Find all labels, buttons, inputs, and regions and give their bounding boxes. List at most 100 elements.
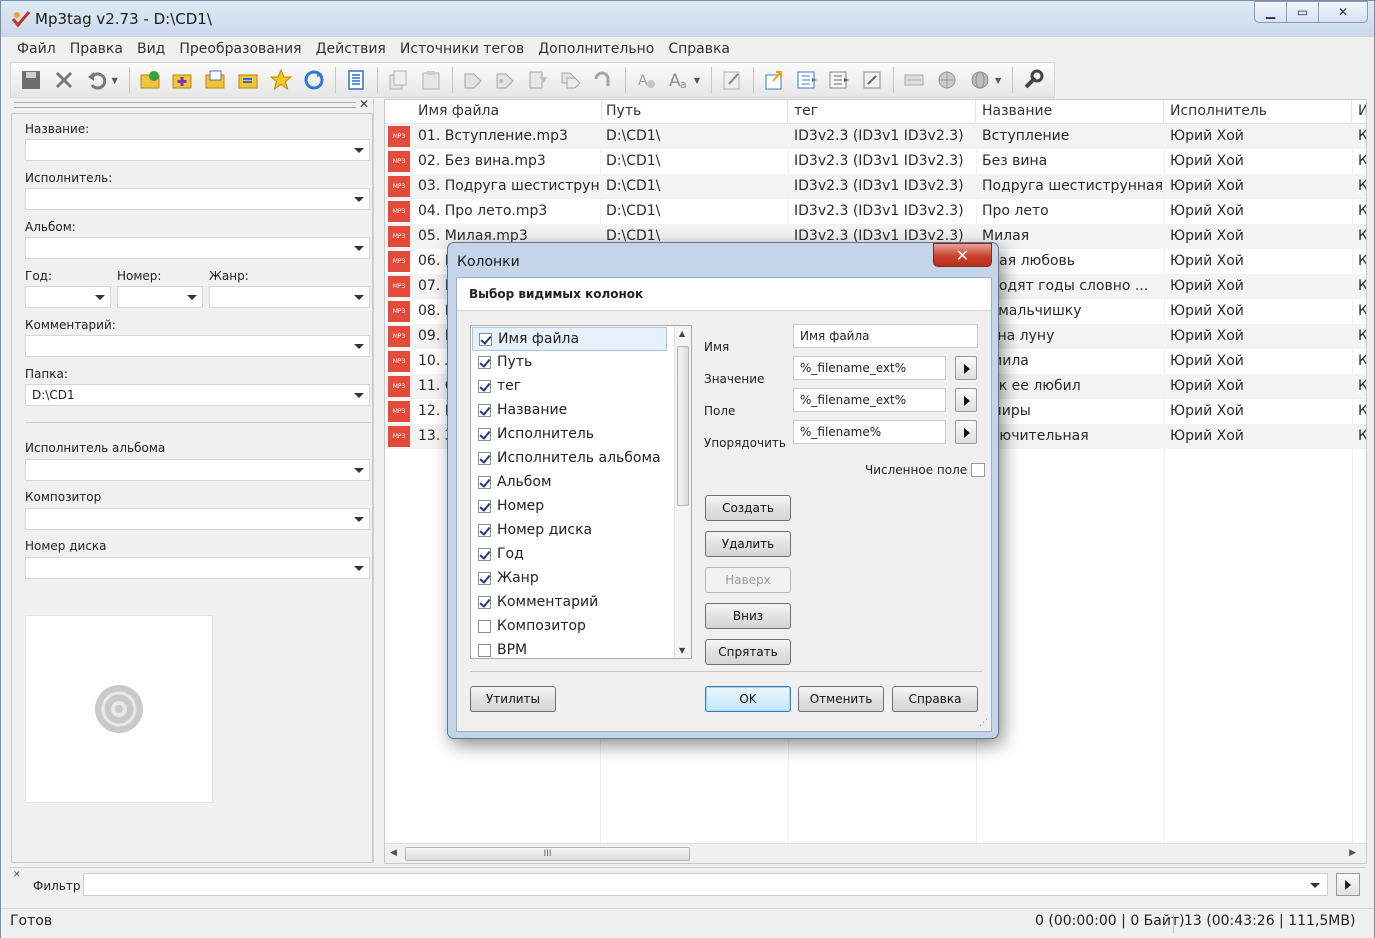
minimize-button[interactable]: ▁ — [1254, 1, 1287, 23]
numeric-field-checkbox[interactable] — [971, 463, 985, 477]
help-button[interactable]: Справка — [892, 686, 978, 712]
filter-apply-button[interactable] — [1336, 873, 1360, 896]
cover-art-box[interactable] — [25, 615, 213, 803]
checkbox-checked-icon[interactable] — [478, 548, 491, 561]
filter-input[interactable] — [83, 873, 1328, 896]
case-conversion-button[interactable]: Aa — [667, 68, 691, 92]
table-row[interactable]: MP3 02. Без вина.mp3 D:\CD1\ ID3v2.3 (ID3v1… — [385, 149, 1366, 174]
name-input[interactable]: Имя файла — [793, 324, 978, 348]
extended-tags-button[interactable] — [344, 68, 368, 92]
column-list-item[interactable]: Исполнитель — [472, 423, 667, 447]
playlist-button[interactable] — [236, 68, 260, 92]
scroll-up-icon[interactable]: ▲ — [679, 329, 685, 338]
maximize-button[interactable]: ▭ — [1286, 1, 1319, 23]
checkbox-unchecked-icon[interactable] — [478, 644, 491, 657]
tag-tag-button[interactable] — [559, 68, 583, 92]
column-list-item[interactable]: тег — [472, 375, 667, 399]
disc-number-field[interactable] — [25, 557, 370, 579]
title-field[interactable] — [25, 139, 370, 161]
paste-tag-button[interactable] — [419, 68, 443, 92]
delete-button[interactable]: Удалить — [705, 531, 791, 557]
menu-tag-sources[interactable]: Источники тегов — [393, 41, 531, 57]
artist-field[interactable] — [25, 188, 370, 210]
table-row[interactable]: MP3 01. Вступление.mp3 D:\CD1\ ID3v2.3 (ID3… — [385, 124, 1366, 149]
column-list-item[interactable]: Путь — [472, 351, 667, 375]
filename-filename-button[interactable] — [592, 68, 616, 92]
menu-view[interactable]: Вид — [130, 41, 172, 57]
move-up-button[interactable]: Наверх — [705, 567, 791, 593]
column-list-item[interactable]: Название — [472, 399, 667, 423]
edit-button[interactable] — [720, 68, 744, 92]
close-button[interactable]: ✕ — [1318, 1, 1368, 23]
year-field[interactable] — [25, 286, 111, 308]
undo-dropdown-icon[interactable]: ▼ — [112, 76, 121, 85]
filename-tag-button[interactable] — [494, 68, 518, 92]
column-list-item[interactable]: Альбом — [472, 471, 667, 495]
filter-close-icon[interactable]: ✕ — [13, 870, 21, 880]
web-source-button[interactable] — [935, 68, 959, 92]
checkbox-checked-icon[interactable] — [478, 380, 491, 393]
field-insert-button[interactable] — [955, 388, 977, 412]
column-header-filename[interactable]: Имя файла — [412, 100, 602, 124]
checkbox-checked-icon[interactable] — [479, 333, 492, 346]
export-button[interactable] — [762, 68, 786, 92]
checkbox-checked-icon[interactable] — [478, 428, 491, 441]
column-header-title[interactable]: Название — [976, 100, 1164, 124]
column-list-item[interactable]: Имя файла — [472, 327, 667, 351]
column-header-more[interactable]: И — [1352, 100, 1366, 124]
column-list-item[interactable]: Исполнитель альбома — [472, 447, 667, 471]
remove-tag-button[interactable] — [52, 68, 76, 92]
copy-tag-button[interactable] — [386, 68, 410, 92]
folder-field[interactable]: D:\CD1 — [25, 384, 370, 406]
scroll-left-icon[interactable]: ◀ — [390, 848, 397, 858]
vertical-scrollbar[interactable]: ▲ ▼ — [674, 326, 691, 658]
column-list-item[interactable]: Композитор — [472, 615, 667, 639]
hide-button[interactable]: Спрятать — [705, 639, 791, 665]
web-source-2-button[interactable] — [968, 68, 992, 92]
change-dir-button[interactable] — [138, 68, 162, 92]
scroll-down-icon[interactable]: ▼ — [679, 646, 685, 655]
menu-file[interactable]: Файл — [10, 41, 63, 57]
open-file-button[interactable] — [203, 68, 227, 92]
autonumber-button[interactable]: A — [634, 68, 658, 92]
column-list-item[interactable]: Номер — [472, 495, 667, 519]
move-down-button[interactable]: Вниз — [705, 603, 791, 629]
column-list-item[interactable]: Год — [472, 543, 667, 567]
checkbox-checked-icon[interactable] — [478, 452, 491, 465]
options-button[interactable] — [1021, 68, 1045, 92]
text-file-tag-button[interactable] — [526, 68, 550, 92]
menu-extra[interactable]: Дополнительно — [531, 41, 661, 57]
checkbox-checked-icon[interactable] — [478, 404, 491, 417]
album-artist-field[interactable] — [25, 459, 370, 481]
undo-button[interactable] — [85, 68, 109, 92]
utilities-button[interactable]: Утилиты — [470, 686, 556, 712]
table-row[interactable]: MP3 03. Подруга шестиструн... D:\CD1\ ID3v2… — [385, 174, 1366, 199]
menu-help[interactable]: Справка — [661, 41, 737, 57]
ok-button[interactable]: OK — [705, 686, 791, 712]
genre-field[interactable] — [209, 286, 370, 308]
value-insert-button[interactable] — [955, 356, 977, 380]
refresh-button[interactable] — [302, 68, 326, 92]
column-header-tag[interactable]: тег — [788, 100, 976, 124]
track-field[interactable] — [117, 286, 203, 308]
tag-filename-button[interactable] — [461, 68, 485, 92]
column-list-item[interactable]: BPM — [472, 639, 667, 658]
column-header-artist[interactable]: Исполнитель — [1164, 100, 1352, 124]
checkbox-checked-icon[interactable] — [478, 572, 491, 585]
column-list-item[interactable]: Жанр — [472, 567, 667, 591]
save-button[interactable] — [19, 68, 43, 92]
freedb-button[interactable] — [902, 68, 926, 92]
comment-field[interactable] — [25, 335, 370, 357]
horizontal-scrollbar[interactable]: ◀ III ▶ — [385, 843, 1366, 863]
checkbox-unchecked-icon[interactable] — [478, 620, 491, 633]
field-input[interactable]: %_filename_ext% — [793, 388, 946, 412]
create-button[interactable]: Создать — [705, 495, 791, 521]
composer-field[interactable] — [25, 508, 370, 530]
checkbox-checked-icon[interactable] — [478, 596, 491, 609]
case-dropdown-icon[interactable]: ▼ — [694, 76, 703, 85]
panel-close-icon[interactable]: ✕ — [359, 97, 369, 111]
panel-drag-handle[interactable] — [14, 102, 356, 108]
sort-input[interactable]: %_filename% — [793, 420, 946, 444]
import-button[interactable] — [795, 68, 819, 92]
checkbox-checked-icon[interactable] — [478, 476, 491, 489]
